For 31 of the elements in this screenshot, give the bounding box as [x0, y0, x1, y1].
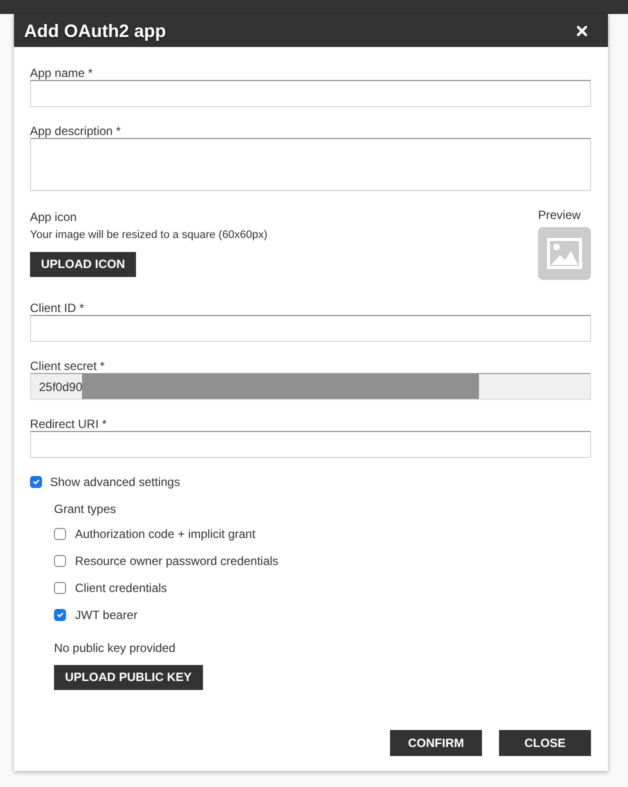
field-label: App name * [30, 66, 94, 80]
hint-text: Your image will be resized to a square (60x60px) [30, 228, 268, 242]
field-label: Client ID * [30, 301, 86, 315]
input-field[interactable] [30, 431, 591, 458]
input-field[interactable] [30, 80, 591, 107]
checkbox[interactable] [54, 608, 66, 620]
upload-key-button[interactable]: UPLOAD PUBLIC KEY [54, 665, 203, 690]
checkbox-label: Resource owner password credentials [75, 552, 278, 570]
checkbox-label: Client credentials [75, 580, 168, 596]
field-label: Redirect URI * [30, 417, 108, 431]
image-placeholder-icon [538, 227, 591, 280]
checkbox[interactable] [54, 528, 66, 540]
input-field[interactable] [30, 315, 591, 342]
checkbox-label: Authorization code + implicit grant [75, 526, 256, 542]
input-field[interactable]: 25f0d90 [30, 373, 591, 400]
checkbox-label: JWT bearer [75, 606, 138, 624]
dialog-title: Add OAuth2 app [24, 20, 166, 42]
close-icon[interactable] [577, 26, 587, 36]
checkbox[interactable] [30, 476, 42, 488]
upload-icon-button[interactable]: UPLOAD ICON [30, 252, 136, 277]
status-text: No public key provided [54, 641, 176, 655]
preview-label: Preview [538, 208, 582, 222]
field-label: Client secret * [30, 359, 106, 373]
section-label: Grant types [54, 502, 118, 516]
checkbox-label: Show advanced settings [50, 474, 180, 491]
checkbox[interactable] [54, 582, 66, 594]
field-label: App icon [30, 210, 78, 224]
confirm-button[interactable]: CONFIRM [390, 730, 482, 756]
checkbox[interactable] [54, 554, 66, 566]
field-label: App description * [30, 124, 122, 138]
close-button[interactable]: CLOSE [499, 730, 591, 756]
